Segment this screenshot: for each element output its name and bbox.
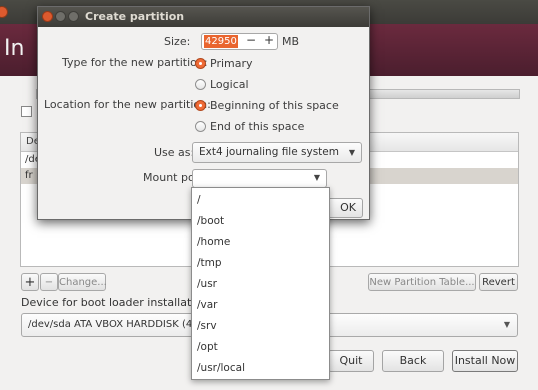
install-now-button[interactable]: Install Now [452, 350, 518, 372]
use-as-select[interactable]: Ext4 journaling file system ▼ [192, 142, 362, 163]
mount-option-tmp[interactable]: /tmp [192, 253, 329, 273]
mount-option-var[interactable]: /var [192, 295, 329, 315]
minimize-icon[interactable] [55, 11, 66, 22]
mount-option-srv[interactable]: /srv [192, 316, 329, 336]
logical-radio[interactable] [195, 79, 206, 90]
chevron-down-icon: ▼ [348, 148, 355, 157]
size-unit: MB [282, 35, 300, 48]
boot-loader-label: Device for boot loader installation: [21, 296, 212, 309]
use-as-value: Ext4 journaling file system [199, 146, 339, 158]
beginning-radio-label[interactable]: Beginning of this space [210, 99, 339, 112]
revert-button[interactable]: Revert [479, 273, 518, 291]
add-partition-button[interactable]: + [21, 273, 39, 291]
mount-option-opt[interactable]: /opt [192, 337, 329, 357]
new-partition-table-button[interactable]: New Partition Table... [368, 273, 476, 291]
size-increment-button[interactable]: + [260, 33, 278, 47]
end-radio[interactable] [195, 121, 206, 132]
size-decrement-button[interactable]: − [242, 33, 260, 47]
logical-radio-label[interactable]: Logical [210, 78, 249, 91]
change-partition-button[interactable]: Change... [58, 273, 107, 291]
chevron-down-icon: ▼ [503, 320, 510, 329]
dialog-title: Create partition [85, 10, 185, 23]
boot-loader-value: /dev/sda ATA VBOX HARDDISK (42 [28, 319, 199, 330]
size-label: Size: [164, 35, 191, 48]
maximize-icon[interactable] [68, 11, 79, 22]
dialog-titlebar: Create partition [38, 7, 369, 27]
chevron-down-icon[interactable]: ▼ [314, 173, 320, 182]
options-checkbox[interactable] [21, 106, 32, 117]
mount-point-combo[interactable]: ▼ [192, 169, 327, 188]
mount-option-root[interactable]: / [192, 190, 329, 210]
primary-radio-label[interactable]: Primary [210, 57, 253, 70]
primary-radio[interactable] [195, 58, 206, 69]
location-label: Location for the new partition: [44, 98, 211, 111]
type-label: Type for the new partition: [62, 56, 208, 69]
use-as-label: Use as: [154, 146, 195, 159]
close-icon[interactable] [42, 11, 53, 22]
size-value[interactable]: 42950 [204, 35, 238, 48]
mount-option-usr-local[interactable]: /usr/local [192, 358, 329, 378]
beginning-radio[interactable] [195, 100, 206, 111]
mount-point-dropdown: / /boot /home /tmp /usr /var /srv /opt /… [191, 187, 330, 380]
end-radio-label[interactable]: End of this space [210, 120, 304, 133]
back-button[interactable]: Back [382, 350, 444, 372]
installer-title: In [4, 36, 25, 61]
quit-button[interactable]: Quit [328, 350, 374, 372]
mount-option-boot[interactable]: /boot [192, 211, 329, 231]
mount-option-usr[interactable]: /usr [192, 274, 329, 294]
mount-option-home[interactable]: /home [192, 232, 329, 252]
remove-partition-button[interactable]: − [40, 273, 58, 291]
